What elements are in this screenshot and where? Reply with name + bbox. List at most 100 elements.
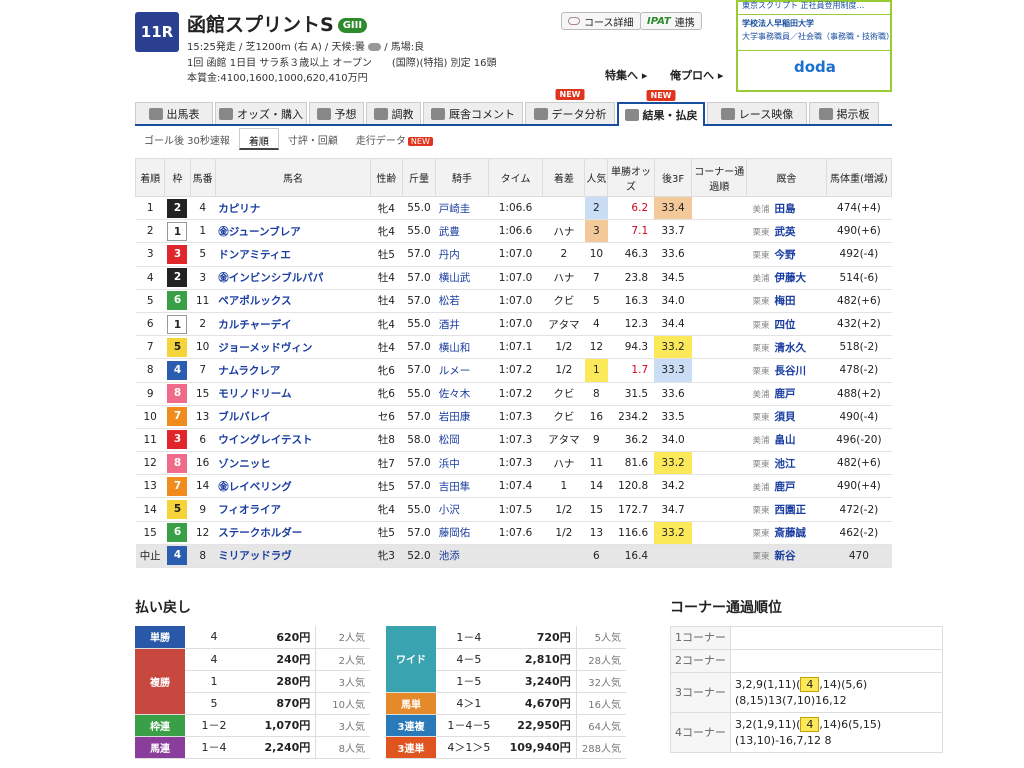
horse-name[interactable]: ナムラクレア xyxy=(215,358,371,383)
waku-badge: 3 xyxy=(167,244,188,264)
tab-6[interactable]: 結果・払戻 NEW xyxy=(617,90,705,126)
trainer-name[interactable]: 四位 xyxy=(775,319,796,331)
jockey-name[interactable]: 松岡 xyxy=(435,428,489,453)
trainer-name[interactable]: 武英 xyxy=(775,226,796,238)
popularity: 15 xyxy=(584,497,608,522)
horse-name[interactable]: ㊎インビンシブルパパ xyxy=(215,266,371,290)
horse-name[interactable]: ブルバレイ xyxy=(215,405,371,429)
course-detail-label: コース詳細 xyxy=(584,17,634,29)
trainer-name[interactable]: 新谷 xyxy=(775,550,796,562)
subtab-3[interactable]: 走行データ NEW xyxy=(347,128,442,150)
jockey-name[interactable]: 武豊 xyxy=(435,219,489,244)
horse-name[interactable]: ゾンニッヒ xyxy=(215,451,371,476)
tab-label: 調教 xyxy=(391,107,414,121)
weight-carried: 57.0 xyxy=(402,521,436,545)
subtab-1[interactable]: 着順 xyxy=(238,128,279,150)
special-link[interactable]: 特集へ ▸ xyxy=(605,67,647,83)
jockey-name[interactable]: 岩田康 xyxy=(435,405,489,429)
trainer-name[interactable]: 池江 xyxy=(775,458,796,470)
win-odds: 46.3 xyxy=(607,242,655,267)
win-odds: 23.8 xyxy=(607,266,655,290)
jockey-name[interactable]: 横山武 xyxy=(435,266,489,290)
pro-link[interactable]: 俺プロへ ▸ xyxy=(670,67,723,83)
horse-name[interactable]: フィオライア xyxy=(215,497,371,522)
horse-number: 4 xyxy=(190,196,216,221)
jockey-name[interactable]: 酒井 xyxy=(435,312,489,337)
trainer-name[interactable]: 今野 xyxy=(775,249,796,261)
corner-order xyxy=(691,544,747,569)
ad-banner[interactable]: 東京スクリプト 正社員登用制度… 学校法人早稲田大学 大学事務職員／社会職（事務… xyxy=(736,0,894,92)
horse-name[interactable]: ドンアミティエ xyxy=(215,242,371,267)
jockey-name[interactable]: 吉田隼 xyxy=(435,474,489,499)
race-name: 函館スプリントS GIII xyxy=(187,10,368,37)
jockey-name[interactable]: 藤岡佑 xyxy=(435,521,489,545)
trainer-name[interactable]: 伊藤大 xyxy=(775,272,807,284)
tab-2[interactable]: 予想 xyxy=(309,102,364,124)
jockey-name[interactable]: 佐々木 xyxy=(435,382,489,406)
bet-type-label: 馬連 xyxy=(135,736,185,759)
horse-name[interactable]: ㊎ジューンブレア xyxy=(215,219,371,244)
jockey-name[interactable]: 戸崎圭 xyxy=(435,196,489,221)
horse-name[interactable]: ミリアッドラヴ xyxy=(215,544,371,569)
margin: ハナ xyxy=(542,451,585,476)
jockey-name[interactable]: ルメー xyxy=(435,358,489,383)
col-header: 後3F xyxy=(653,158,693,197)
waku-cell: 1 xyxy=(164,219,191,244)
horse-name[interactable]: ㊎レイベリング xyxy=(215,474,371,499)
horse-name[interactable]: ジョーメッドヴィン xyxy=(215,335,371,360)
course-detail-button[interactable]: コース詳細 xyxy=(561,12,641,30)
horse-name[interactable]: ステークホルダー xyxy=(215,521,371,545)
corner-order xyxy=(691,196,747,221)
payout-popularity: 64人気 xyxy=(576,714,626,737)
trainer-name[interactable]: 清水久 xyxy=(775,342,807,354)
horse-name[interactable]: モリノドリーム xyxy=(215,382,371,406)
jockey-name[interactable]: 池添 xyxy=(435,544,489,569)
trainer-name[interactable]: 田島 xyxy=(775,203,796,215)
col-header: 性齢 xyxy=(370,158,403,197)
combination: 4 xyxy=(185,648,244,671)
last-3f: 34.2 xyxy=(654,474,692,499)
tab-8[interactable]: 掲示板 xyxy=(809,102,879,124)
weight-carried: 58.0 xyxy=(402,428,436,453)
payout-popularity: 10人気 xyxy=(315,692,370,715)
table-row: 15 6 12 ステークホルダー 牡5 57.0 藤岡佑 1:07.6 1/2 13 116.6 33… xyxy=(135,521,892,545)
horse-name[interactable]: ペアポルックス xyxy=(215,289,371,313)
tab-7[interactable]: レース映像 xyxy=(707,102,807,124)
tab-0[interactable]: 出馬表 xyxy=(135,102,213,124)
jockey-name[interactable]: 横山和 xyxy=(435,335,489,360)
track-condition: / 馬場:良 xyxy=(384,42,425,53)
corner-sequence xyxy=(730,649,943,673)
tab-1[interactable]: オッズ・購入 xyxy=(215,102,307,124)
jockey-name[interactable]: 松若 xyxy=(435,289,489,313)
jockey-name[interactable]: 浜中 xyxy=(435,451,489,476)
table-row: 7 5 10 ジョーメッドヴィン 牡4 57.0 横山和 1:07.1 1/2 12 94.3 33.… xyxy=(135,335,892,360)
col-header: 馬名 xyxy=(214,158,372,197)
tab-3[interactable]: 調教 xyxy=(366,102,421,124)
main-tabs: 出馬表 オッズ・購入 予想 調教 厩舎コメント データ分析 NEW 結果・払戻 NEW レース映像… xyxy=(135,89,892,126)
trainer-name[interactable]: 斎藤誠 xyxy=(775,527,807,539)
horse-name[interactable]: カピリナ xyxy=(215,196,371,221)
ipat-button[interactable]: IPAT 連携 xyxy=(640,12,702,30)
trainer-name[interactable]: 梅田 xyxy=(775,295,796,307)
trainer-name[interactable]: 西園正 xyxy=(775,504,807,516)
trainer-cell: 美浦 伊藤大 xyxy=(746,266,827,290)
popularity: 14 xyxy=(584,474,608,499)
horse-name[interactable]: カルチャーデイ xyxy=(215,312,371,337)
horse-name[interactable]: ウイングレイテスト xyxy=(215,428,371,453)
trainer-name[interactable]: 鹿戸 xyxy=(775,388,796,400)
subtab-2[interactable]: 寸評・回顧 xyxy=(279,128,347,150)
stable-region: 美浦 xyxy=(752,482,770,493)
trainer-name[interactable]: 長谷川 xyxy=(775,365,807,377)
tab-label: 予想 xyxy=(334,107,357,121)
trainer-name[interactable]: 畠山 xyxy=(775,434,796,446)
jockey-name[interactable]: 小沢 xyxy=(435,497,489,522)
corner-order xyxy=(691,451,747,476)
trainer-name[interactable]: 須貝 xyxy=(775,411,796,423)
jockey-name[interactable]: 丹内 xyxy=(435,242,489,267)
stable-region: 栗東 xyxy=(752,366,770,377)
tab-4[interactable]: 厩舎コメント xyxy=(423,102,523,124)
subtab-0[interactable]: ゴール後 30秒速報 xyxy=(135,128,239,150)
tab-5[interactable]: データ分析 NEW xyxy=(525,89,615,124)
col-header: 斤量 xyxy=(401,158,437,197)
trainer-name[interactable]: 鹿戸 xyxy=(775,481,796,493)
